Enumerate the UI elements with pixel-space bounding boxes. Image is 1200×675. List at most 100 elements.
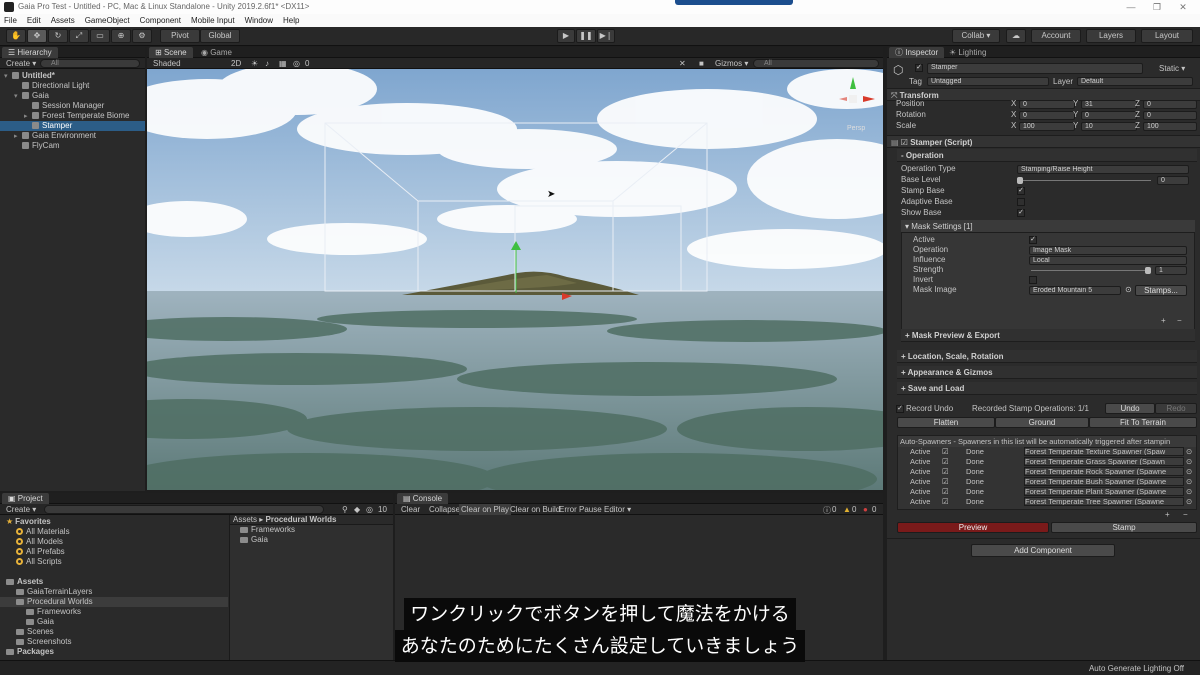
filter-type-icon[interactable]: ⚲	[342, 505, 348, 514]
hierarchy-search-input[interactable]: All	[40, 59, 140, 68]
spawner-active-checkbox[interactable]: ☑	[942, 447, 949, 457]
record-undo-checkbox[interactable]: ✓	[896, 405, 904, 413]
collab-button[interactable]: Collab ▾	[952, 29, 1000, 43]
base-level-field[interactable]: 0	[1157, 176, 1189, 185]
global-toggle[interactable]: Global	[200, 29, 240, 43]
file-item-frameworks[interactable]: Frameworks	[230, 525, 393, 535]
menu-gameobject[interactable]: GameObject	[85, 14, 130, 27]
operation-type-dropdown[interactable]: Stamping/Raise Height	[1017, 165, 1189, 174]
undo-button[interactable]: Undo	[1105, 403, 1155, 414]
hierarchy-item[interactable]: ▸ Forest Temperate Biome	[0, 111, 145, 121]
effects-toggle-icon[interactable]: ▦	[279, 59, 287, 68]
scale-x-field[interactable]: 100	[1019, 122, 1075, 131]
move-tool-icon[interactable]: ✥	[27, 29, 47, 43]
show-base-checkbox[interactable]: ✓	[1017, 209, 1025, 217]
hierarchy-item[interactable]: Directional Light	[0, 81, 145, 91]
save-load-section-header[interactable]: + Save and Load	[897, 382, 1197, 395]
stamp-button[interactable]: Stamp	[1051, 522, 1197, 533]
pivot-toggle[interactable]: Pivot	[160, 29, 200, 43]
spawner-row[interactable]: Active ☑ Done Forest Temperate Texture Spaw…	[898, 447, 1196, 457]
minimize-icon[interactable]: —	[1118, 0, 1144, 14]
menu-mobile-input[interactable]: Mobile Input	[191, 14, 235, 27]
menu-edit[interactable]: Edit	[27, 14, 41, 27]
hidden-count-icon[interactable]: ◎	[293, 59, 300, 68]
mask-image-field[interactable]: Eroded Mountain 5	[1029, 286, 1121, 295]
object-picker-icon[interactable]: ⊙	[1186, 477, 1192, 487]
spawner-row[interactable]: Active ☑ Done Forest Temperate Grass Spawne…	[898, 457, 1196, 467]
spawner-active-checkbox[interactable]: ☑	[942, 457, 949, 467]
remove-spawner-icon[interactable]: −	[1183, 510, 1188, 520]
project-tree-item[interactable]: Frameworks	[0, 607, 228, 617]
spawner-row[interactable]: Active ☑ Done Forest Temperate Rock Spawner…	[898, 467, 1196, 477]
scene-view[interactable]: Persp ➤	[147, 69, 883, 490]
strength-slider-thumb[interactable]	[1145, 267, 1151, 274]
flatten-button[interactable]: Flatten	[897, 417, 995, 428]
scale-tool-icon[interactable]: ⤢	[69, 29, 89, 43]
preview-button[interactable]: Preview	[897, 522, 1049, 533]
scale-z-field[interactable]: 100	[1143, 122, 1197, 131]
spawner-active-checkbox[interactable]: ☑	[942, 497, 949, 507]
redo-button[interactable]: Redo	[1155, 403, 1197, 414]
rotate-tool-icon[interactable]: ↻	[48, 29, 68, 43]
base-level-slider-thumb[interactable]	[1017, 177, 1023, 184]
spawner-active-checkbox[interactable]: ☑	[942, 487, 949, 497]
spawner-object-field[interactable]: Forest Temperate Rock Spawner (Spawne	[1024, 467, 1184, 476]
breadcrumb-assets[interactable]: Assets	[233, 515, 257, 524]
layout-dropdown[interactable]: Layout	[1141, 29, 1193, 43]
project-tree-item[interactable]: ★ Favorites	[0, 517, 228, 527]
script-enabled-checkbox[interactable]: ☑	[901, 138, 908, 147]
operation-section-header[interactable]: - Operation	[897, 149, 1197, 162]
position-z-field[interactable]: 0	[1143, 100, 1197, 109]
adaptive-base-checkbox[interactable]	[1017, 198, 1025, 206]
object-picker-icon[interactable]: ⊙	[1186, 497, 1192, 507]
console-log-icon[interactable]: ⓘ	[823, 505, 831, 516]
foldout-arrow-icon[interactable]: ▾	[4, 72, 12, 82]
rotation-x-field[interactable]: 0	[1019, 111, 1075, 120]
shading-mode-dropdown[interactable]: Shaded	[153, 59, 181, 68]
spawner-row[interactable]: Active ☑ Done Forest Temperate Tree Spawner…	[898, 497, 1196, 507]
object-picker-icon[interactable]: ⊙	[1125, 285, 1132, 295]
console-collapse-button[interactable]: Collapse	[429, 505, 460, 514]
spawner-active-checkbox[interactable]: ☑	[942, 477, 949, 487]
remove-mask-icon[interactable]: −	[1177, 316, 1182, 326]
spawner-row[interactable]: Active ☑ Done Forest Temperate Bush Spawner…	[898, 477, 1196, 487]
step-button[interactable]: ▶❘	[597, 29, 615, 43]
object-name-field[interactable]: Stamper	[927, 63, 1143, 74]
position-y-field[interactable]: 31	[1081, 100, 1137, 109]
position-x-field[interactable]: 0	[1019, 100, 1075, 109]
cloud-icon[interactable]: ☁	[1006, 29, 1026, 43]
object-picker-icon[interactable]: ⊙	[1186, 487, 1192, 497]
project-tree-item[interactable]: GaiaTerrainLayers	[0, 587, 228, 597]
project-tree-item[interactable]: All Models	[0, 537, 228, 547]
object-picker-icon[interactable]: ⊙	[1186, 457, 1192, 467]
spawner-active-checkbox[interactable]: ☑	[942, 467, 949, 477]
console-editor-dropdown[interactable]: Editor ▾	[604, 505, 631, 514]
filter-label-icon[interactable]: ◆	[354, 505, 360, 514]
hierarchy-item[interactable]: FlyCam	[0, 141, 145, 151]
lighting-toggle-icon[interactable]: ☀	[251, 59, 258, 68]
transform-tool-icon[interactable]: ⊕	[111, 29, 131, 43]
account-dropdown[interactable]: Account	[1031, 29, 1081, 43]
console-error-pause-button[interactable]: Error Pause	[559, 505, 602, 514]
invert-checkbox[interactable]	[1029, 276, 1037, 284]
rotation-y-field[interactable]: 0	[1081, 111, 1137, 120]
object-picker-icon[interactable]: ⊙	[1186, 447, 1192, 457]
hierarchy-create-button[interactable]: Create ▾	[6, 59, 36, 68]
custom-tool-icon[interactable]: ⚙	[132, 29, 152, 43]
breadcrumb-current[interactable]: Procedural Worlds	[266, 515, 337, 524]
audio-toggle-icon[interactable]: ♪	[265, 59, 269, 68]
spawner-object-field[interactable]: Forest Temperate Plant Spawner (Spawne	[1024, 487, 1184, 496]
perspective-label[interactable]: Persp	[847, 125, 865, 132]
tab-lighting[interactable]: ☀ Lighting	[943, 47, 992, 58]
menu-window[interactable]: Window	[245, 14, 273, 27]
console-clear-on-play-button[interactable]: Clear on Play	[459, 504, 512, 515]
project-tree-item[interactable]: Scenes	[0, 627, 228, 637]
rotation-z-field[interactable]: 0	[1143, 111, 1197, 120]
project-tree-item[interactable]: All Scripts	[0, 557, 228, 567]
hierarchy-item[interactable]: ▾ Gaia	[0, 91, 145, 101]
hidden-packages-icon[interactable]: ◎	[366, 505, 373, 514]
project-tree-item[interactable]: Packages	[0, 647, 228, 657]
strength-field[interactable]: 1	[1155, 266, 1187, 275]
hand-tool-icon[interactable]: ✋	[6, 29, 26, 43]
hierarchy-item[interactable]: Session Manager	[0, 101, 145, 111]
